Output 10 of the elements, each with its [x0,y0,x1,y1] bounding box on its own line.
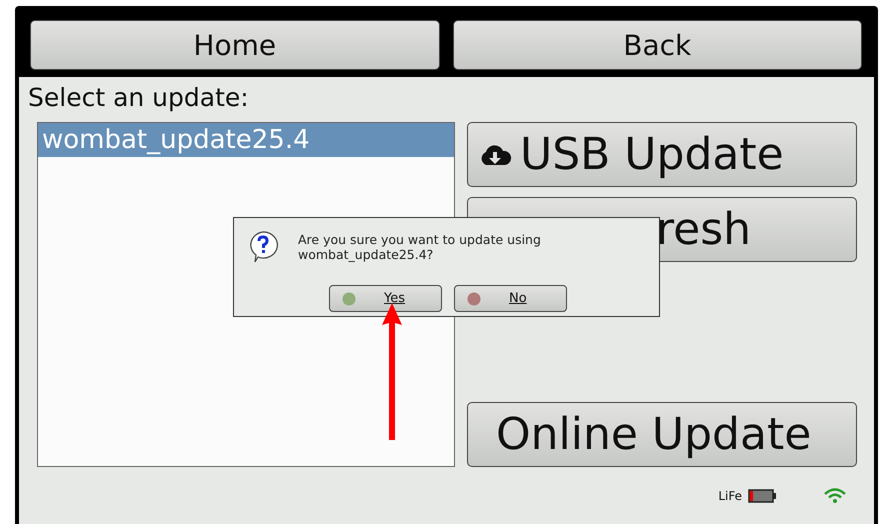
nav-button[interactable]: Home [30,20,440,70]
battery-label: LiFe [718,488,742,502]
dialog-button[interactable]: Yes [329,285,442,312]
wifi-icon [823,488,847,504]
action-button[interactable]: Online Update [467,402,857,467]
prompt-label: Select an update: [28,83,249,112]
action-button[interactable]: USB Update [467,122,857,187]
battery-icon [748,488,777,502]
dialog-button[interactable]: No [454,285,567,312]
nav-button[interactable]: Back [452,20,862,70]
